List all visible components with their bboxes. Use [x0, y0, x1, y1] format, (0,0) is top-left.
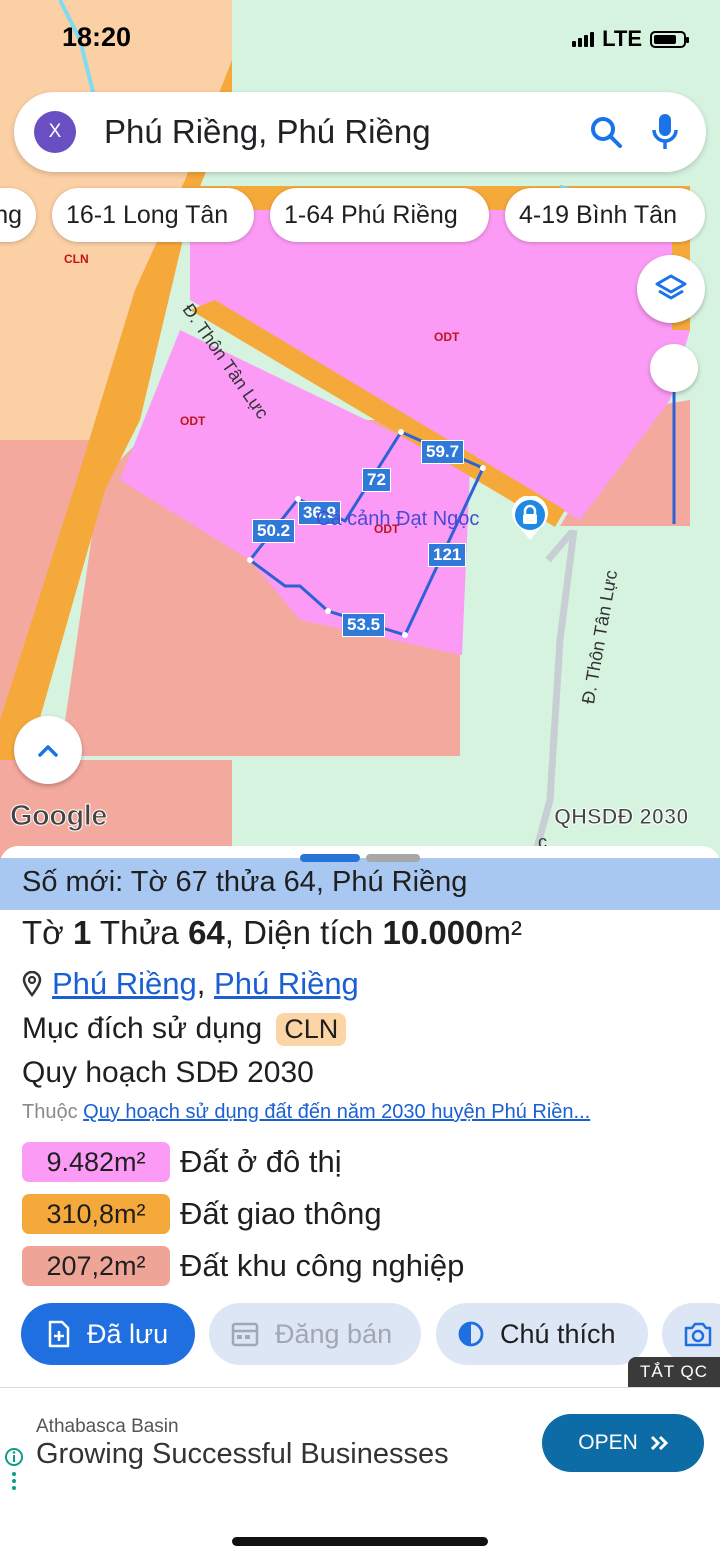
zone-label-odt-left: ODT [180, 414, 206, 428]
post-for-sale-label: Đăng bán [275, 1318, 393, 1349]
legend-button-label: Chú thích [500, 1318, 616, 1349]
double-chevron-right-icon [650, 1435, 668, 1451]
save-file-icon [48, 1320, 70, 1348]
sheet-number: 1 [72, 914, 92, 951]
area-row: 310,8m² Đất giao thông [22, 1194, 382, 1234]
add-photo-icon [684, 1322, 712, 1347]
usage-purpose-label: Mục đích sử dụng [22, 1012, 263, 1045]
area-row: 207,2m² Đất khu công nghiệp [22, 1246, 464, 1286]
ad-headline: Growing Successful Businesses [36, 1438, 449, 1470]
ad-open-button[interactable]: OPEN [542, 1414, 704, 1472]
poi-marker-icon[interactable] [510, 496, 550, 540]
network-type: LTE [602, 26, 642, 51]
parcel-vertex [398, 429, 404, 435]
chevron-up-icon [38, 745, 58, 757]
status-indicators: LTE [572, 26, 689, 52]
new-parcel-number: Số mới: Tờ 67 thửa 64, Phú Riềng [22, 866, 468, 898]
google-logo: Google [10, 800, 108, 833]
area-row: 9.482m² Đất ở đô thị [22, 1142, 342, 1182]
parcel-label: Thửa [99, 914, 179, 951]
signal-icon [572, 31, 595, 47]
parcel-vertex [402, 632, 408, 638]
search-input[interactable]: Phú Riềng, Phú Riềng [104, 113, 588, 151]
parcel-vertex [480, 465, 486, 471]
sheet-handle-inactive[interactable] [366, 854, 420, 862]
parcel-chip[interactable]: 4-19 Bình Tân [505, 188, 705, 242]
usage-purpose-row: Mục đích sử dụng CLN [22, 1012, 347, 1046]
search-icon[interactable] [588, 114, 624, 150]
zoom-slider-handle[interactable] [650, 344, 698, 392]
usage-purpose-badge: CLN [276, 1012, 347, 1046]
saved-button[interactable]: Đã lưu [21, 1303, 195, 1365]
add-photo-button[interactable] [662, 1303, 720, 1365]
area-type-label: Đất giao thông [180, 1196, 382, 1231]
microphone-icon[interactable] [650, 112, 680, 152]
sheet-handle-active[interactable] [300, 854, 360, 862]
area-unit: m² [483, 914, 522, 951]
parcel-chip[interactable]: 1-64 Phú Riềng [270, 188, 489, 242]
segment-length-label: 72 [362, 468, 391, 492]
parcel-vertex [325, 608, 331, 614]
zone-label-odt-top: ODT [434, 330, 460, 344]
parcel-info: Tờ 1 Thửa 64, Diện tích 10.000m² [22, 914, 522, 952]
location-pin-icon [22, 971, 42, 997]
area-value-badge: 310,8m² [22, 1194, 170, 1234]
sheet-label: Tờ [22, 914, 64, 951]
home-indicator[interactable] [232, 1537, 488, 1546]
segment-length-label: 53.5 [342, 613, 386, 637]
map-layer-label: QHSDĐ 2030 [554, 804, 690, 830]
layers-button[interactable] [637, 255, 705, 323]
close-ad-button[interactable]: TẮT QC [628, 1357, 720, 1387]
battery-icon [650, 30, 689, 48]
location-link-commune[interactable]: Phú Riềng [52, 966, 197, 1001]
plan-source: Thuộc Quy hoạch sử dụng đất đến năm 2030… [22, 1101, 712, 1124]
parcel-number: 64 [188, 914, 225, 951]
location-link-district[interactable]: Phú Riềng [214, 966, 359, 1001]
search-bar[interactable]: X Phú Riềng, Phú Riềng [14, 92, 706, 172]
location-row: Phú Riềng, Phú Riềng [22, 966, 359, 1002]
segment-length-label: 59.7 [421, 440, 465, 464]
expand-sheet-button[interactable] [14, 716, 82, 784]
layers-icon [655, 274, 687, 300]
area-label: , Diện tích [224, 914, 374, 951]
zone-label-cln: CLN [64, 252, 89, 266]
calendar-icon [231, 1322, 259, 1347]
avatar[interactable]: X [34, 111, 76, 153]
parcel-chip[interactable]: 16-1 Long Tân [52, 188, 254, 242]
parcel-vertex [247, 557, 253, 563]
saved-button-label: Đã lưu [87, 1318, 169, 1349]
area-value-badge: 9.482m² [22, 1142, 170, 1182]
post-for-sale-button[interactable]: Đăng bán [209, 1303, 421, 1365]
area-type-label: Đất khu công nghiệp [180, 1248, 465, 1283]
segment-length-label: 121 [428, 543, 467, 567]
status-time: 18:20 [62, 22, 132, 52]
segment-length-label: 50.2 [252, 519, 296, 543]
ad-open-label: OPEN [578, 1431, 638, 1454]
contrast-icon [458, 1321, 484, 1347]
area-type-label: Đất ở đô thị [180, 1144, 342, 1179]
location-separator: , [196, 966, 206, 1001]
area-value: 10.000 [382, 914, 484, 951]
legend-button[interactable]: Chú thích [436, 1303, 648, 1365]
plan-source-label: Thuộc [22, 1101, 78, 1123]
poi-label[interactable]: Cá cảnh Đạt Ngọc [316, 508, 479, 531]
area-value-badge: 207,2m² [22, 1246, 170, 1286]
plan-title: Quy hoạch SDĐ 2030 [22, 1056, 314, 1089]
ad-info-icon[interactable] [4, 1447, 24, 1497]
ad-advertiser: Athabasca Basin [36, 1416, 179, 1437]
plan-source-link[interactable]: Quy hoạch sử dụng đất đến năm 2030 huyện… [83, 1101, 590, 1123]
